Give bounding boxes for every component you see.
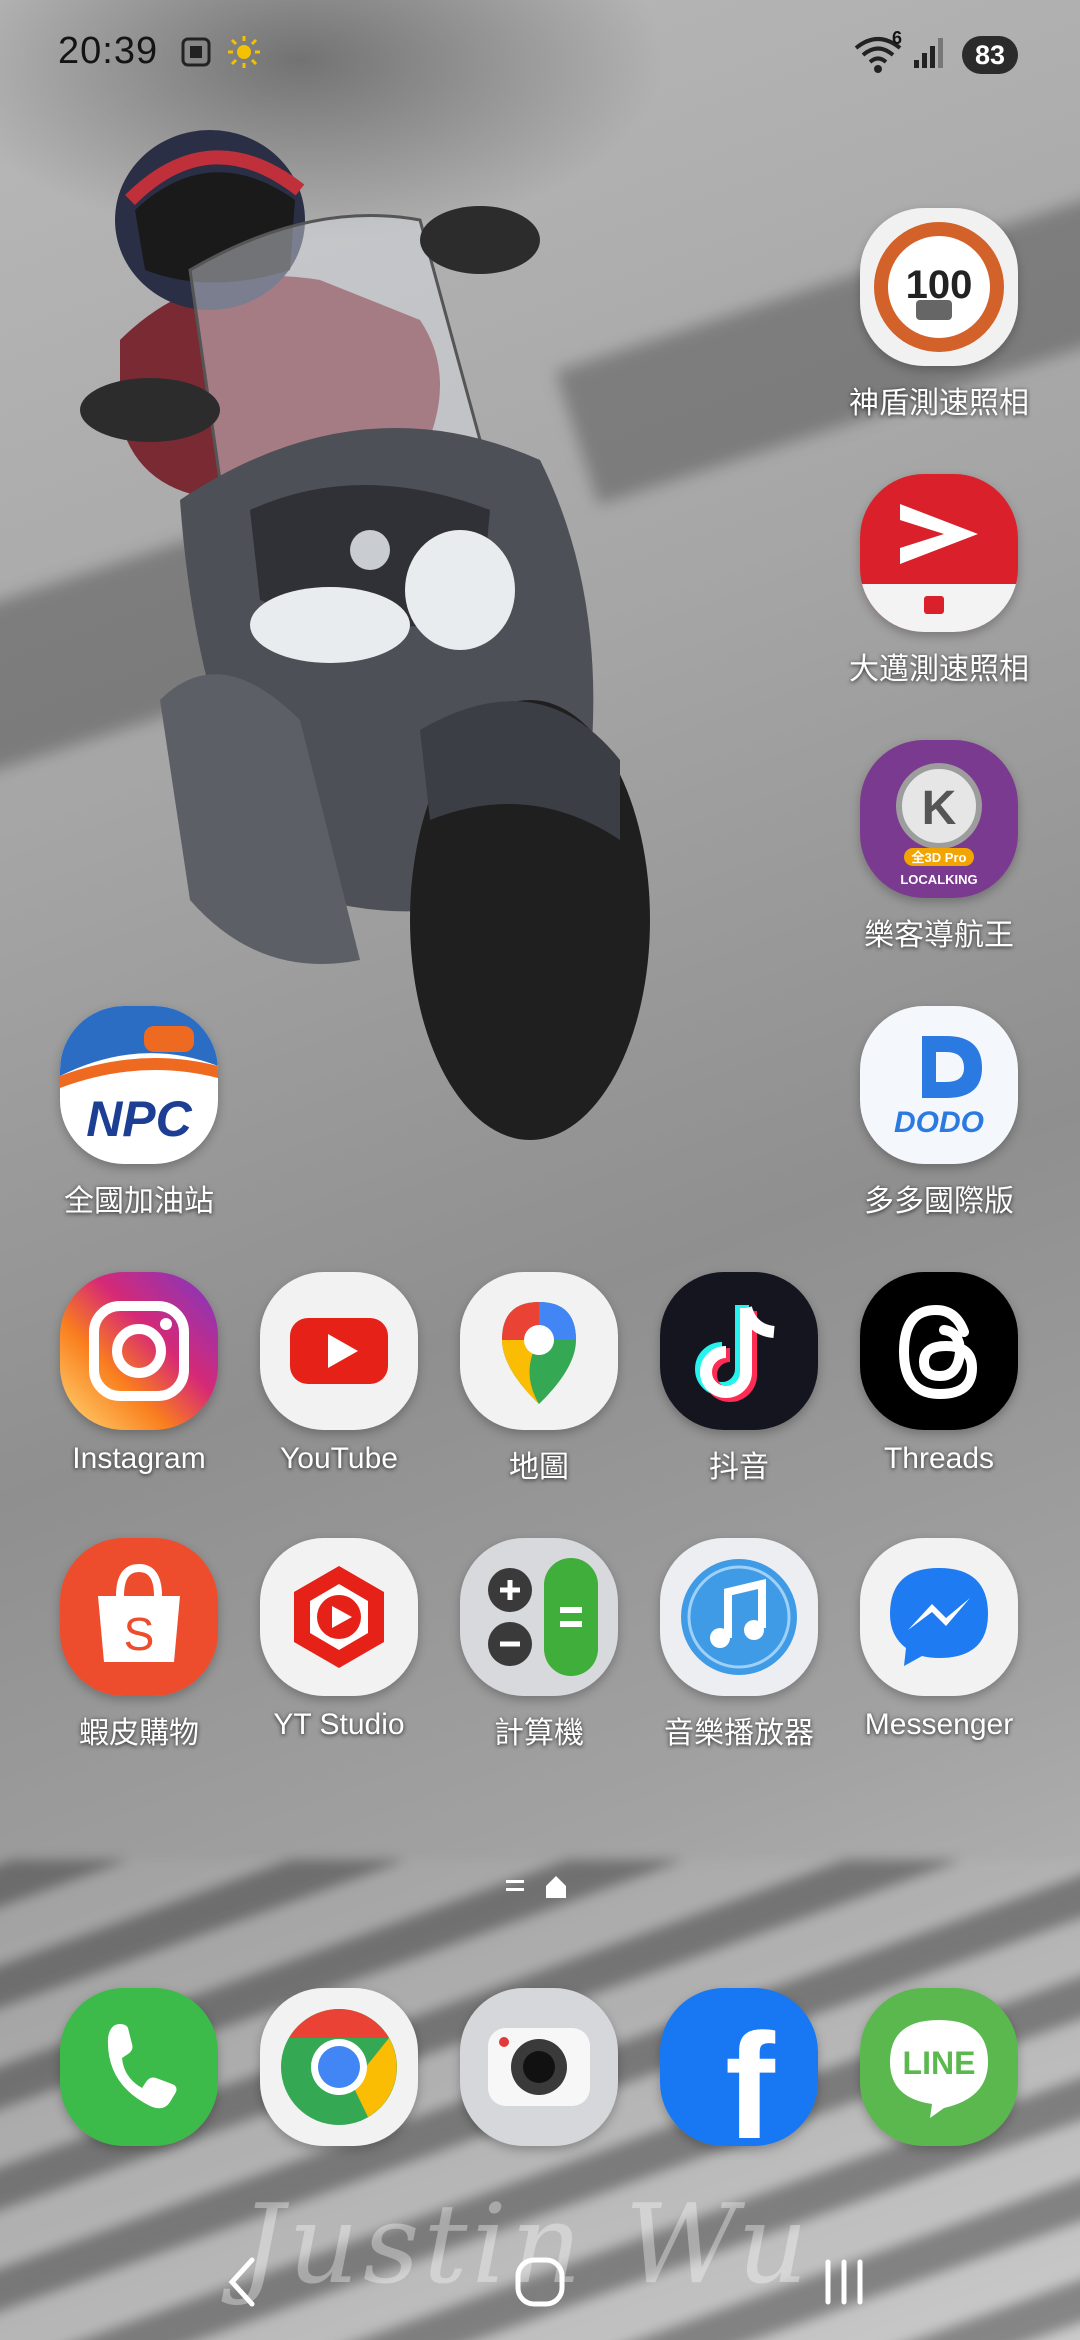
app-douyin[interactable]: 抖音 xyxy=(622,1272,822,1512)
status-bar: 20:39 6 83 xyxy=(0,0,1080,112)
brightness-icon xyxy=(226,34,262,75)
signal-icon xyxy=(912,34,948,75)
yt-studio-icon xyxy=(260,1538,418,1696)
app-speedcam-dawan[interactable]: 大邁測速照相 xyxy=(822,474,1029,714)
calculator-icon xyxy=(460,1538,618,1696)
app-maps[interactable]: 地圖 xyxy=(422,1272,622,1512)
camera-icon xyxy=(460,1988,618,2146)
wifi-badge: 6 xyxy=(892,28,903,48)
app-instagram[interactable]: Instagram xyxy=(22,1272,222,1512)
line-logo-text: LINE xyxy=(903,2045,976,2081)
facebook-icon: f xyxy=(660,1988,818,2146)
shopee-logo-letter: S xyxy=(124,1608,155,1660)
localking-letter: K xyxy=(922,782,957,835)
app-calculator[interactable]: 計算機 xyxy=(422,1538,622,1778)
app-yt-studio[interactable]: YT Studio xyxy=(222,1538,422,1778)
page-indicator[interactable] xyxy=(502,1872,582,1902)
recents-button[interactable] xyxy=(804,2242,884,2322)
shopee-bag-icon: S xyxy=(60,1538,218,1696)
app-label: 全國加油站 xyxy=(64,1185,214,1218)
chrome-icon xyxy=(260,1988,418,2146)
app-localking[interactable]: K 全3D Pro LOCALKING 樂客導航王 xyxy=(822,740,1022,980)
facebook-logo-letter: f xyxy=(725,2002,776,2146)
home-page-house-icon xyxy=(546,1876,566,1898)
home-page-menu-icon xyxy=(506,1880,524,1891)
back-button[interactable] xyxy=(202,2242,282,2322)
home-icon xyxy=(515,2257,565,2307)
youtube-icon xyxy=(260,1272,418,1430)
app-dodo[interactable]: DODO 多多國際版 xyxy=(822,1006,1022,1246)
map-pin-icon xyxy=(460,1272,618,1430)
dodo-logo-text: DODO xyxy=(894,1106,984,1139)
app-shopee[interactable]: S 蝦皮購物 xyxy=(22,1538,222,1778)
line-icon: LINE xyxy=(860,1988,1018,2146)
dock-app-line[interactable]: LINE xyxy=(860,1988,1060,2228)
app-label: 大邁測速照相 xyxy=(849,653,1029,686)
douyin-note-icon xyxy=(660,1272,818,1430)
speed-camera-icon: 100 xyxy=(860,208,1018,366)
screenshot-icon xyxy=(178,34,214,75)
app-threads[interactable]: Threads xyxy=(822,1272,1022,1512)
localking-icon: K 全3D Pro LOCALKING xyxy=(860,740,1018,898)
app-speedcam-shield[interactable]: 100 神盾測速照相 xyxy=(822,208,1029,448)
threads-icon xyxy=(860,1272,1018,1430)
instagram-icon xyxy=(60,1272,218,1430)
battery-icon: 83 xyxy=(962,36,1018,74)
messenger-icon xyxy=(860,1538,1018,1696)
wifi-icon: 6 xyxy=(852,28,904,79)
app-messenger[interactable]: Messenger xyxy=(822,1538,1022,1778)
back-icon xyxy=(228,2257,255,2307)
app-label: 樂客導航王 xyxy=(864,919,1014,952)
npc-icon: NPC xyxy=(60,1006,218,1164)
recents-icon xyxy=(825,2259,863,2305)
speed-camera-v-icon xyxy=(860,474,1018,632)
phone-icon xyxy=(60,1988,218,2146)
app-music[interactable]: 音樂播放器 xyxy=(622,1538,822,1778)
app-npc[interactable]: NPC 全國加油站 xyxy=(22,1006,222,1246)
music-note-icon xyxy=(660,1538,818,1696)
status-time: 20:39 xyxy=(58,30,159,72)
app-label: Messenger xyxy=(864,1708,1014,1741)
dock-app-phone[interactable] xyxy=(60,1988,260,2228)
app-label: 多多國際版 xyxy=(864,1185,1014,1218)
app-youtube[interactable]: YouTube xyxy=(222,1272,422,1512)
app-label: 神盾測速照相 xyxy=(849,387,1029,420)
dodo-icon: DODO xyxy=(860,1006,1018,1164)
app-label: Threads xyxy=(883,1442,995,1475)
npc-logo-text: NPC xyxy=(86,1091,192,1147)
localking-sub: 全3D Pro xyxy=(911,850,967,865)
localking-brand: LOCALKING xyxy=(900,872,977,887)
home-button[interactable] xyxy=(500,2242,580,2322)
